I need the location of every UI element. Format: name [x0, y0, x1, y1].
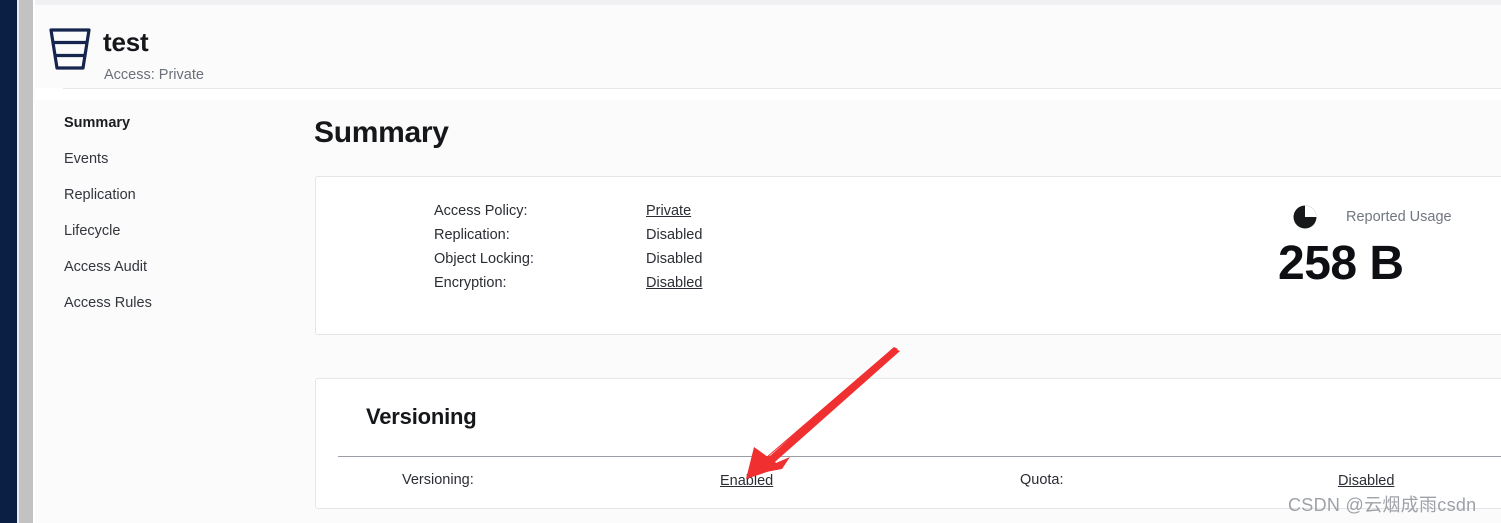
versioning-card-divider — [338, 456, 1501, 457]
bucket-icon — [47, 25, 93, 73]
bucket-detail-screen: test Access: Private Summary Events Repl… — [0, 0, 1501, 523]
versioning-card: Versioning Versioning: Enabled Quota: Di… — [315, 378, 1501, 509]
sidebar-item-lifecycle[interactable]: Lifecycle — [64, 223, 120, 239]
page-scrollbar-thumb[interactable] — [19, 0, 33, 523]
bucket-title: test — [103, 27, 149, 57]
quota-value[interactable]: Disabled — [1338, 473, 1394, 489]
page-title: Summary — [314, 116, 449, 149]
main-content: Summary Access Policy: Private Replicati… — [287, 100, 1501, 523]
replication-label: Replication: — [434, 227, 510, 243]
encryption-label: Encryption: — [434, 275, 507, 291]
sidebar-item-access-rules[interactable]: Access Rules — [64, 295, 152, 311]
header-divider — [63, 88, 1501, 89]
sidebar-item-access-audit[interactable]: Access Audit — [64, 259, 147, 275]
page-surface: test Access: Private Summary Events Repl… — [35, 0, 1501, 523]
object-locking-value: Disabled — [646, 251, 703, 267]
object-locking-label: Object Locking: — [434, 251, 534, 267]
pie-chart-icon — [1291, 203, 1319, 231]
bucket-sidenav: Summary Events Replication Lifecycle Acc… — [35, 100, 287, 523]
quota-label: Quota: — [1020, 472, 1064, 488]
summary-card: Access Policy: Private Replication: Disa… — [315, 176, 1501, 335]
bucket-access-label: Access: Private — [104, 67, 204, 83]
sidebar-item-replication[interactable]: Replication — [64, 187, 136, 203]
versioning-card-title: Versioning — [366, 404, 477, 429]
sidebar-item-events[interactable]: Events — [64, 151, 108, 167]
app-navigation-rail — [0, 0, 17, 523]
versioning-value[interactable]: Enabled — [720, 473, 773, 489]
sidebar-item-summary[interactable]: Summary — [64, 115, 130, 131]
bucket-header: test Access: Private — [35, 5, 1501, 88]
replication-value: Disabled — [646, 227, 703, 243]
access-policy-value[interactable]: Private — [646, 203, 691, 219]
versioning-label: Versioning: — [402, 472, 474, 488]
csdn-watermark: CSDN @云烟成雨csdn — [1288, 495, 1477, 515]
access-policy-label: Access Policy: — [434, 203, 528, 219]
encryption-value[interactable]: Disabled — [646, 275, 702, 291]
reported-usage-label: Reported Usage — [1346, 209, 1452, 225]
reported-usage-value: 258 B — [1278, 237, 1404, 290]
